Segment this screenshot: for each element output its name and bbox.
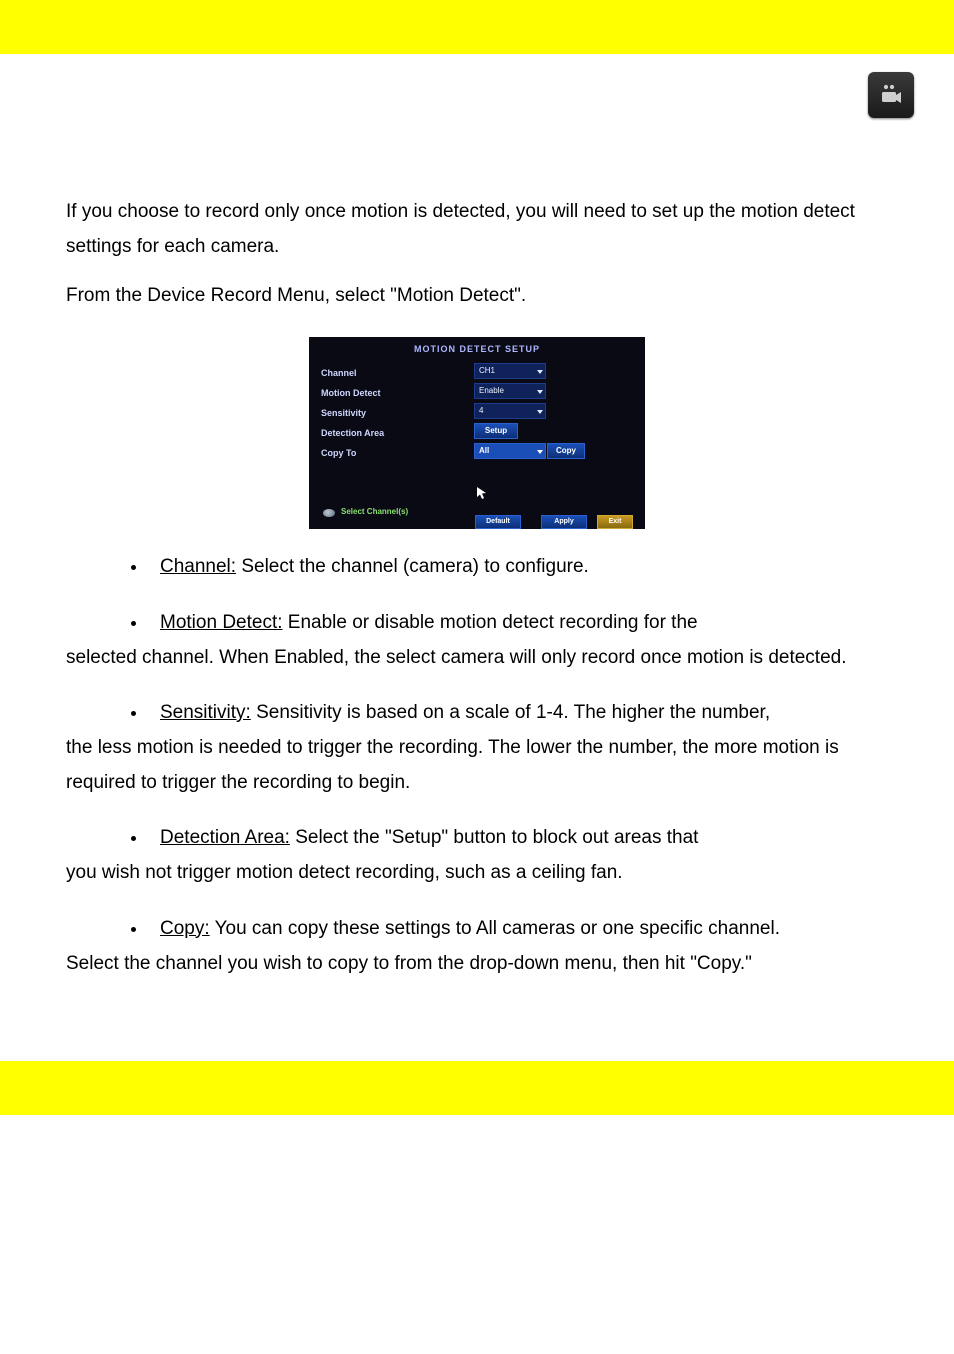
exit-button[interactable]: Exit [597,515,633,529]
select-channels-label: Select Channel(s) [341,505,408,520]
chevron-down-icon [537,410,543,414]
select-channels-row[interactable]: Select Channel(s) [323,505,408,520]
detection-area-text-line1: Select the "Setup" button to block out a… [290,827,699,848]
motion-text-line1: Enable or disable motion detect recordin… [283,612,698,633]
motion-label-2: Detect: [222,612,282,633]
copy-to-dropdown[interactable]: All [474,443,546,459]
mouse-icon [323,509,335,517]
chevron-down-icon [537,450,543,454]
row-label-channel: Channel [321,365,357,382]
detection-area-text-line2: you wish not trigger motion detect recor… [66,855,888,890]
intro-paragraph-1: If you choose to record only once motion… [66,194,888,264]
copy-label: Copy: [160,918,210,939]
channel-value: CH1 [479,366,495,375]
bottom-yellow-bar [0,1061,954,1115]
row-label-sensitivity: Sensitivity [321,405,366,422]
default-button[interactable]: Default [475,515,521,529]
copy-text-line2: Select the channel you wish to copy to f… [66,946,888,981]
settings-list: Channel: Select the channel (camera) to … [66,549,888,980]
list-item-channel: Channel: Select the channel (camera) to … [148,549,888,584]
motion-label-1: Motion [160,612,217,633]
setup-button[interactable]: Setup [474,423,518,439]
motion-detect-value: Enable [479,386,504,395]
chevron-down-icon [537,390,543,394]
copy-button[interactable]: Copy [547,443,585,459]
detection-area-label-1: Detection [160,827,240,848]
list-item-sensitivity: Sensitivity: Sensitivity is based on a s… [148,695,888,800]
motion-detect-setup-screenshot: MOTION DETECT SETUP Channel CH1 Motion D… [309,337,645,529]
copy-to-value: All [479,446,489,455]
cursor-icon [477,487,487,507]
detection-area-label-2: Area: [245,827,290,848]
screenshot-title: MOTION DETECT SETUP [309,341,645,358]
copy-text-line1: You can copy these settings to All camer… [210,918,780,939]
sensitivity-value: 4 [479,406,483,415]
apply-button[interactable]: Apply [541,515,587,529]
row-label-copy-to: Copy To [321,445,356,462]
list-item-copy: Copy: You can copy these settings to All… [148,911,888,981]
channel-text: Select the channel (camera) to configure… [236,556,589,577]
camera-icon [877,83,905,108]
sensitivity-text-line1: Sensitivity is based on a scale of 1-4. … [251,702,770,723]
camera-app-icon [868,72,914,118]
motion-text-line2: selected channel. When Enabled, the sele… [66,640,888,675]
top-yellow-bar [0,0,954,54]
row-label-detection-area: Detection Area [321,425,384,442]
intro-paragraph-2: From the Device Record Menu, select "Mot… [66,278,888,313]
channel-label: Channel: [160,556,236,577]
channel-dropdown[interactable]: CH1 [474,363,546,379]
sensitivity-dropdown[interactable]: 4 [474,403,546,419]
chevron-down-icon [537,370,543,374]
list-item-motion-detect: Motion Detect: Enable or disable motion … [148,605,888,675]
motion-detect-dropdown[interactable]: Enable [474,383,546,399]
row-label-motion-detect: Motion Detect [321,385,381,402]
list-item-detection-area: Detection Area: Select the "Setup" butto… [148,820,888,890]
sensitivity-text-line2: the less motion is needed to trigger the… [66,730,888,800]
sensitivity-label: Sensitivity: [160,702,251,723]
